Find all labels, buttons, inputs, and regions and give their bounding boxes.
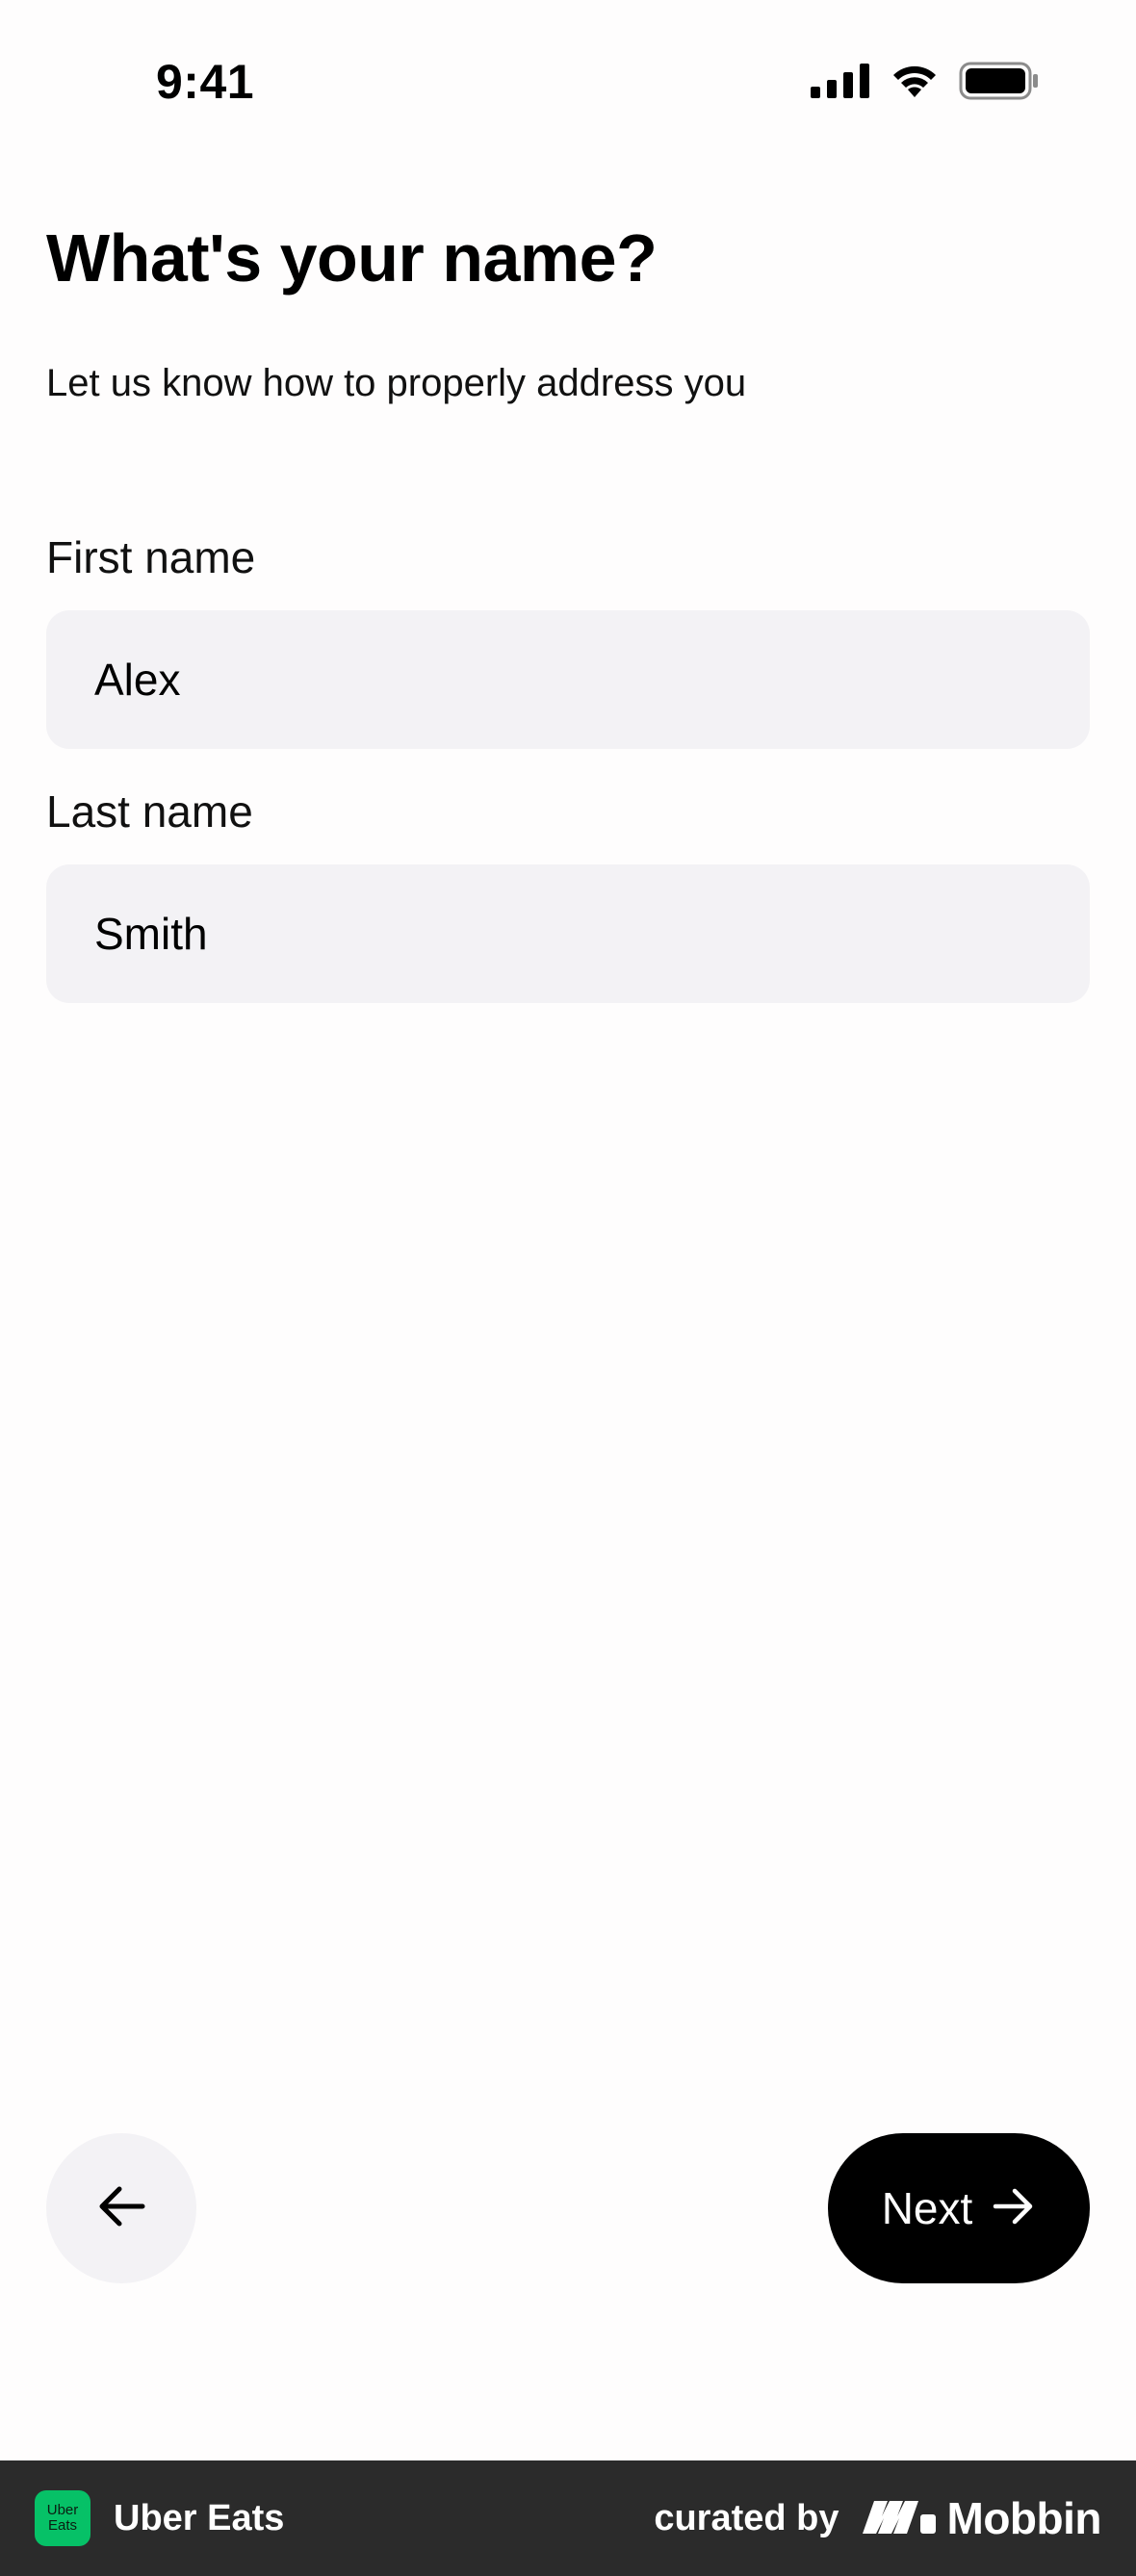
app-badge-line1: Uber bbox=[46, 2502, 79, 2518]
back-button[interactable] bbox=[46, 2133, 196, 2283]
last-name-input[interactable] bbox=[94, 908, 1090, 960]
screen: 9:41 What's your name? Let us know how t… bbox=[0, 0, 1136, 2576]
status-icons bbox=[811, 62, 1040, 100]
app-name: Uber Eats bbox=[114, 2497, 285, 2538]
mobbin-name: Mobbin bbox=[946, 2493, 1102, 2543]
curated-by: curated by Mobbin bbox=[654, 2492, 1101, 2544]
app-badge-line2: Eats bbox=[47, 2517, 77, 2534]
battery-icon bbox=[959, 62, 1040, 100]
last-name-label: Last name bbox=[46, 786, 253, 837]
first-name-field[interactable] bbox=[46, 610, 1090, 749]
first-name-label: First name bbox=[46, 532, 256, 582]
page-subtitle: Let us know how to properly address you bbox=[46, 362, 747, 404]
mobbin-logo-icon bbox=[861, 2497, 938, 2540]
page-title: What's your name? bbox=[46, 220, 658, 296]
arrow-right-icon bbox=[992, 2184, 1036, 2233]
uber-eats-app-icon: Uber Eats bbox=[35, 2490, 90, 2546]
next-button-label: Next bbox=[881, 2183, 973, 2233]
status-bar: 9:41 bbox=[0, 0, 1136, 173]
footer-banner: Uber Eats Uber Eats curated by Mobbin bbox=[0, 2460, 1136, 2576]
mobbin-logo: Mobbin bbox=[861, 2492, 1102, 2544]
status-time: 9:41 bbox=[156, 55, 255, 109]
curated-label: curated by bbox=[654, 2497, 839, 2538]
last-name-field[interactable] bbox=[46, 864, 1090, 1003]
first-name-input[interactable] bbox=[94, 654, 1090, 706]
next-button[interactable]: Next bbox=[828, 2133, 1090, 2283]
cellular-signal-icon bbox=[811, 64, 870, 98]
arrow-left-icon bbox=[94, 2179, 148, 2238]
wifi-icon bbox=[890, 63, 940, 99]
